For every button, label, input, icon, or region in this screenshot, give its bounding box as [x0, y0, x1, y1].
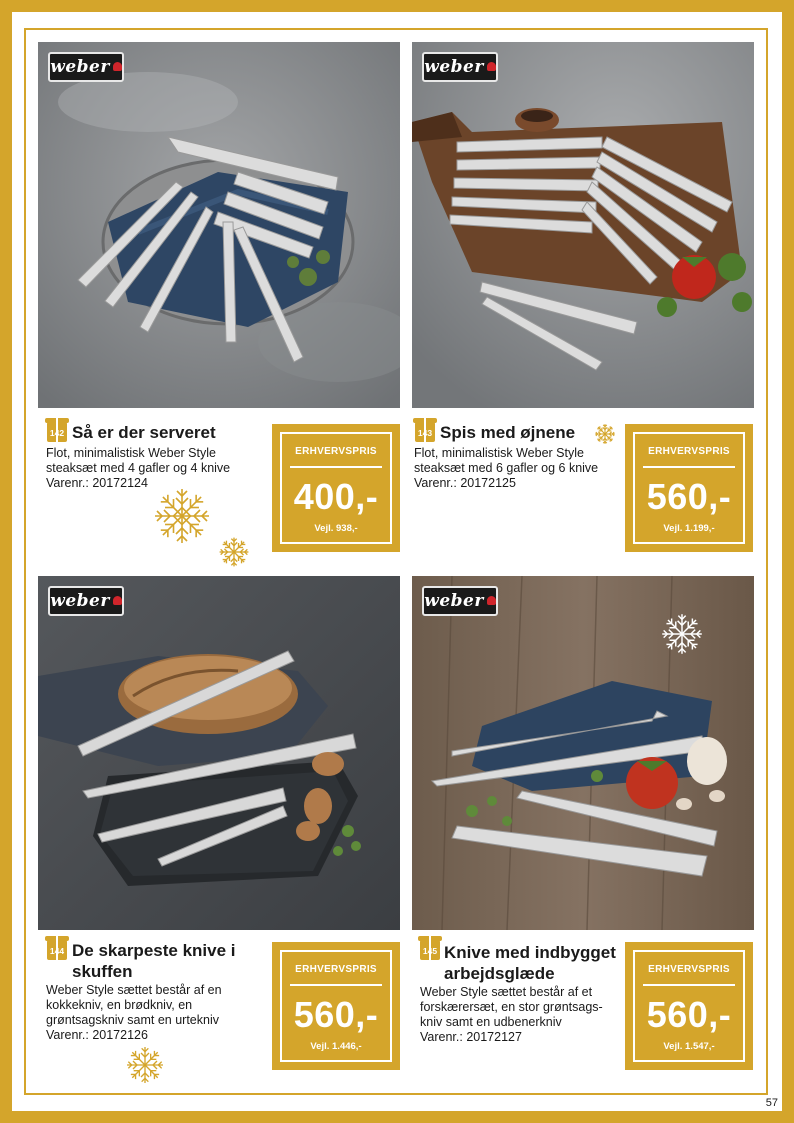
product-description: Weber Style sættet består af et forskære…: [420, 985, 603, 1045]
product-title: Spis med øjnene: [440, 423, 576, 442]
snowflake-icon: [154, 489, 210, 544]
price-value: 560,-: [646, 476, 732, 517]
desc-line: forskærersæt, en stor grøntsags-: [420, 1000, 603, 1014]
price-box: ERHVERVSPRIS 560,- Vejl. 1.446,-: [272, 942, 400, 1070]
price-label: ERHVERVSPRIS: [295, 964, 377, 975]
price-value: 560,-: [293, 994, 379, 1035]
price-box-border: ERHVERVSPRIS 560,- Vejl. 1.199,-: [633, 432, 745, 544]
title-line: arbejdsglæde: [444, 964, 555, 983]
gift-badge-icon: 144: [45, 936, 69, 960]
price-box-border: ERHVERVSPRIS 560,- Vejl. 1.547,-: [633, 950, 745, 1062]
price-label: ERHVERVSPRIS: [648, 964, 730, 975]
price-box: ERHVERVSPRIS 560,- Vejl. 1.547,-: [625, 942, 753, 1070]
kettle-icon: [486, 595, 496, 605]
item-number: Varenr.: 20172127: [420, 1030, 522, 1044]
price-divider: [290, 466, 382, 468]
kettle-icon: [486, 61, 496, 71]
gift-badge-icon: 143: [413, 418, 437, 442]
recommended-price: Vejl. 1.199,-: [663, 523, 715, 534]
gift-badge-icon: 145: [418, 936, 442, 960]
weber-logo: weber: [48, 586, 124, 616]
item-number: Varenr.: 20172126: [46, 1028, 148, 1042]
product-144-photo: weber: [38, 576, 400, 930]
desc-line: grøntsagskniv samt en urtekniv: [46, 1013, 219, 1027]
product-title: Knive med indbygget arbejdsglæde: [444, 942, 616, 984]
product-title: De skarpeste knive i skuffen: [72, 940, 235, 982]
desc-line: Flot, minimalistisk Weber Style: [414, 446, 584, 460]
title-line: skuffen: [72, 962, 133, 981]
desc-line: steaksæt med 4 gafler og 4 knive: [46, 461, 231, 475]
price-divider: [643, 984, 735, 986]
page-number: 57: [765, 1097, 778, 1109]
item-number: Varenr.: 20172125: [414, 476, 516, 490]
product-142-photo: weber: [38, 42, 400, 408]
title-line: Knive med indbygget: [444, 943, 616, 962]
price-value: 400,-: [293, 476, 379, 517]
price-value: 560,-: [646, 994, 732, 1035]
desc-line: steaksæt med 6 gafler og 6 knive: [414, 461, 599, 475]
kettle-icon: [112, 595, 122, 605]
desc-line: Weber Style sættet består af et: [420, 985, 593, 999]
snowflake-icon: [661, 613, 703, 655]
snowflake-icon: [594, 423, 616, 445]
price-box: ERHVERVSPRIS 400,- Vejl. 938,-: [272, 424, 400, 552]
weber-logo: weber: [48, 52, 124, 82]
desc-line: kniv samt en udbenerkniv: [420, 1015, 562, 1029]
desc-line: Weber Style sættet består af en: [46, 983, 222, 997]
recommended-price: Vejl. 1.446,-: [310, 1041, 362, 1052]
snowflake-icon: [218, 536, 250, 568]
price-label: ERHVERVSPRIS: [295, 446, 377, 457]
price-divider: [643, 466, 735, 468]
product-description: Weber Style sættet består af en kokkekni…: [46, 983, 222, 1043]
product-description: Flot, minimalistisk Weber Style steaksæt…: [46, 446, 230, 491]
price-box: ERHVERVSPRIS 560,- Vejl. 1.199,-: [625, 424, 753, 552]
desc-line: kokkekniv, en brødkniv, en: [46, 998, 193, 1012]
weber-logo: weber: [422, 586, 498, 616]
price-label: ERHVERVSPRIS: [648, 446, 730, 457]
weber-logo: weber: [422, 52, 498, 82]
title-line: De skarpeste knive i: [72, 941, 236, 960]
product-title: Så er der serveret: [72, 423, 216, 442]
gift-badge-icon: 142: [45, 418, 69, 442]
price-divider: [290, 984, 382, 986]
kettle-icon: [112, 61, 122, 71]
product-143-photo: weber: [412, 42, 754, 408]
recommended-price: Vejl. 938,-: [314, 523, 358, 534]
recommended-price: Vejl. 1.547,-: [663, 1041, 715, 1052]
price-box-border: ERHVERVSPRIS 560,- Vejl. 1.446,-: [280, 950, 392, 1062]
snowflake-icon: [126, 1046, 164, 1084]
product-description: Flot, minimalistisk Weber Style steaksæt…: [414, 446, 598, 491]
price-box-border: ERHVERVSPRIS 400,- Vejl. 938,-: [280, 432, 392, 544]
desc-line: Flot, minimalistisk Weber Style: [46, 446, 216, 460]
